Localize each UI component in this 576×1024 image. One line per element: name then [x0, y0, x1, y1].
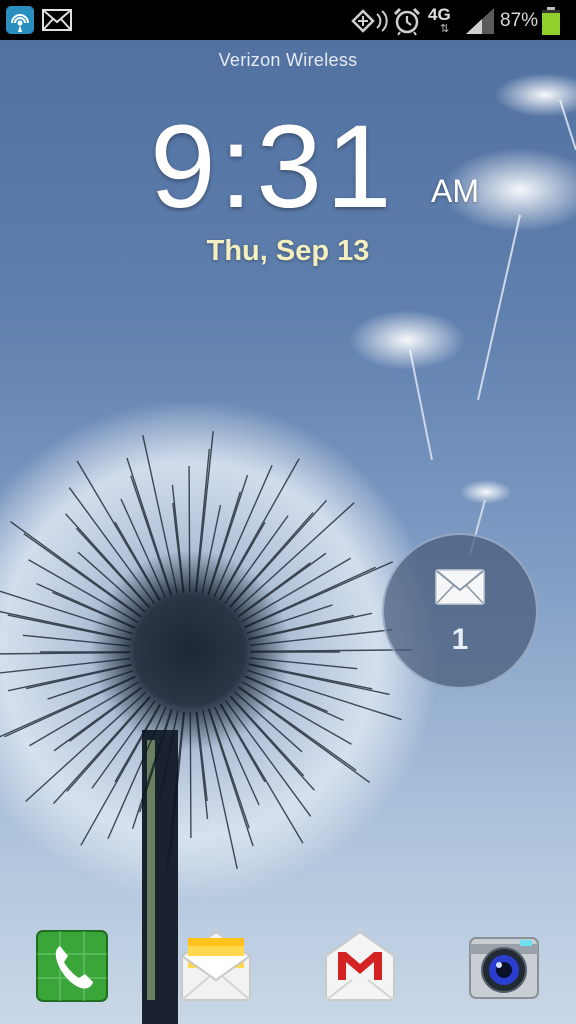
- message-notification-bubble[interactable]: 1: [382, 533, 538, 689]
- alarm-icon: [393, 7, 421, 36]
- messaging-app-shortcut[interactable]: [180, 930, 252, 1002]
- camera-app-shortcut[interactable]: [468, 930, 540, 1002]
- messaging-icon: [181, 930, 251, 1001]
- hotspot-icon: [6, 6, 34, 34]
- signal-icon: [466, 8, 494, 34]
- envelope-icon: [435, 569, 485, 605]
- phone-icon: [36, 930, 108, 1002]
- battery-icon: [542, 7, 560, 35]
- clock-ampm: AM: [431, 173, 479, 209]
- camera-icon: [469, 937, 539, 999]
- data-sync-icon: [351, 9, 388, 33]
- battery-fill: [542, 13, 560, 35]
- status-bar[interactable]: 4G ⇅ 87%: [0, 0, 576, 40]
- clock-time: 9:31: [150, 101, 396, 233]
- battery-percent: 87%: [500, 10, 539, 31]
- 4g-lte-icon: 4G ⇅: [428, 5, 464, 35]
- notification-count: 1: [451, 623, 469, 656]
- gmail-app-shortcut[interactable]: [324, 930, 396, 1002]
- envelope-icon: [42, 9, 72, 31]
- gmail-icon: [325, 930, 395, 1001]
- carrier-name: Verizon Wireless: [218, 50, 358, 70]
- phone-app-shortcut[interactable]: [36, 930, 108, 1002]
- lockscreen-date: Thu, Sep 13: [206, 235, 370, 267]
- data-activity-arrows: ⇅: [440, 23, 450, 35]
